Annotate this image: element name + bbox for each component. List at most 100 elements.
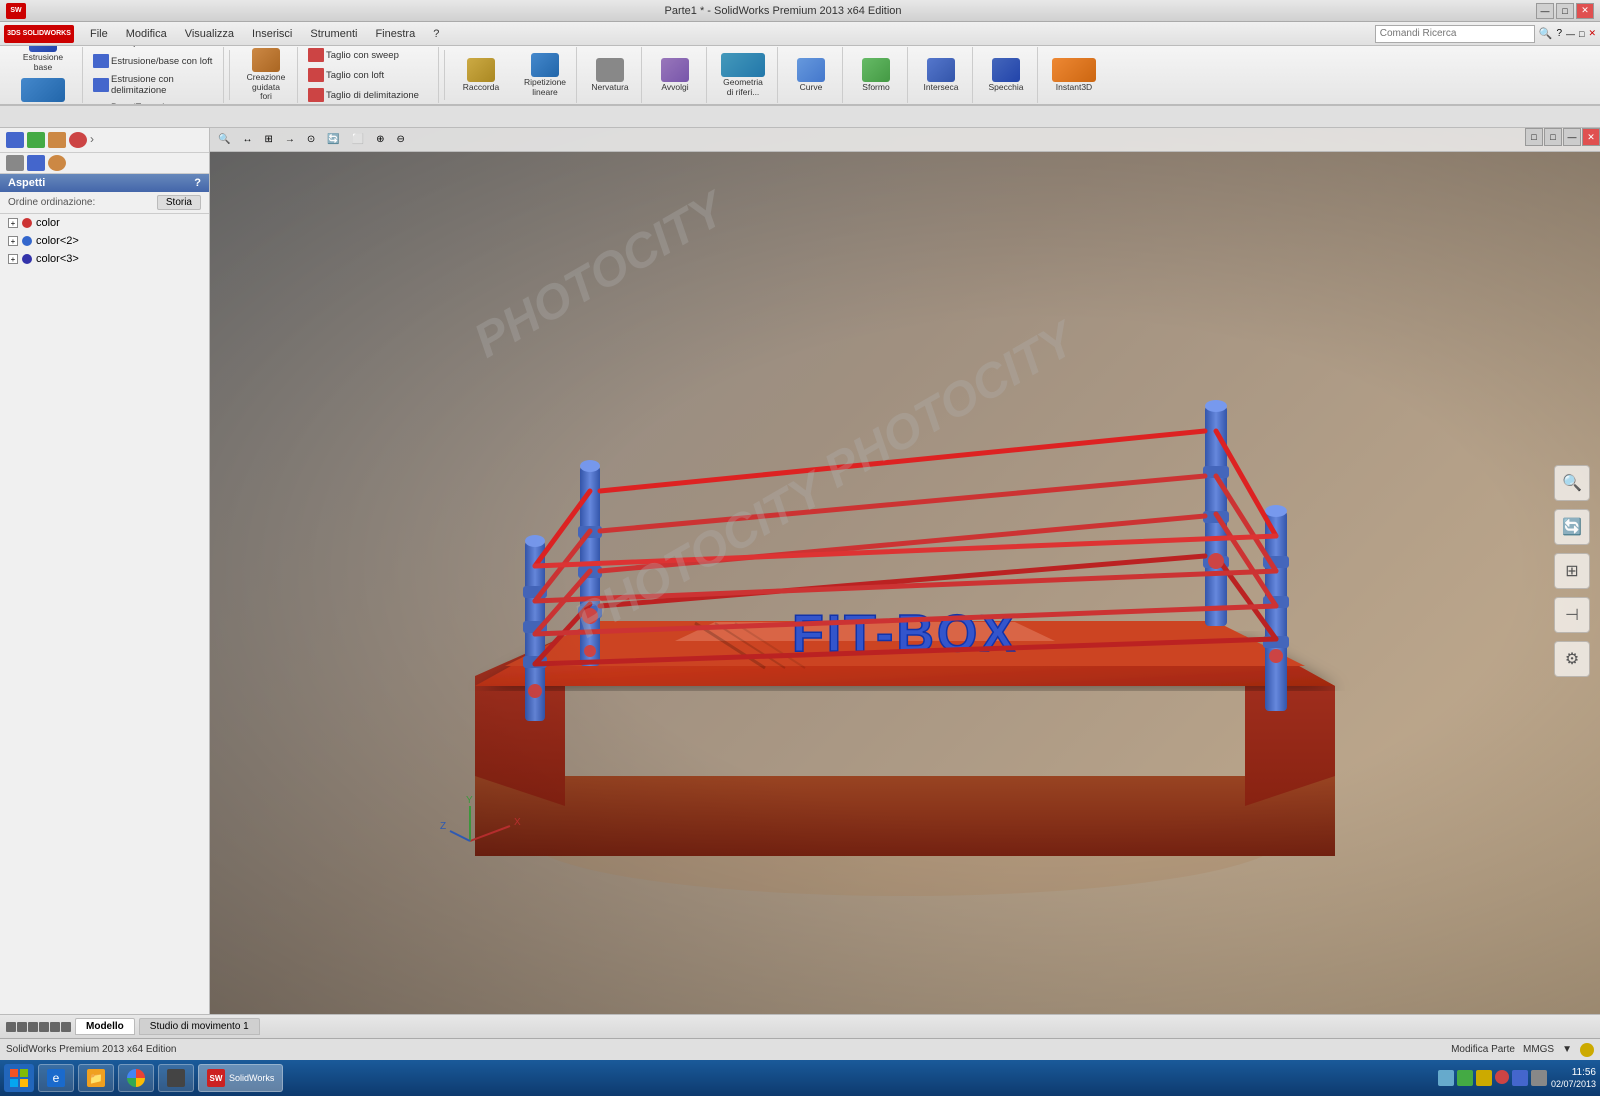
search-input[interactable] (1375, 25, 1535, 43)
toolbar-group-ripetizione: Ripetizionelineare (514, 47, 577, 103)
tab-studio[interactable]: Studio di movimento 1 (139, 1018, 260, 1035)
panel-icon-7[interactable] (48, 155, 66, 171)
page-btn-4[interactable] (39, 1022, 49, 1032)
close-icon[interactable]: ✕ (1588, 28, 1596, 39)
delimit-label: Estrusione con delimitazione (111, 74, 215, 96)
btn-taglio-loft[interactable]: Taglio con loft (304, 66, 434, 84)
page-btn-3[interactable] (28, 1022, 38, 1032)
btn-ripetizione[interactable]: Ripetizionelineare (518, 51, 572, 99)
aspetti-help[interactable]: ? (194, 177, 201, 189)
vp-rotate[interactable]: 🔄 (323, 133, 343, 146)
menu-strumenti[interactable]: Strumenti (302, 26, 365, 42)
btn-specchia[interactable]: Specchia (979, 56, 1033, 94)
menu-visualizza[interactable]: Visualizza (177, 26, 242, 42)
menu-finestra[interactable]: Finestra (367, 26, 423, 42)
maximize-button[interactable]: □ (1556, 3, 1574, 19)
panel-icon-6[interactable] (27, 155, 45, 171)
btn-estrusione-rivoluzione[interactable]: Estrusione/basein rivoluzione (8, 76, 78, 106)
btn-creazione[interactable]: Creazioneguidatafori (239, 46, 293, 103)
panel-icon-5[interactable] (6, 155, 24, 171)
vp-prev[interactable]: ↔ (238, 133, 256, 146)
minimize-button[interactable]: — (1536, 3, 1554, 19)
btn-raccorda[interactable]: Raccorda (454, 56, 508, 94)
taskbar-ie[interactable]: e (38, 1064, 74, 1092)
minimize-icon[interactable]: — (1566, 29, 1575, 39)
date: 02/07/2013 (1551, 1079, 1596, 1091)
btn-geometria[interactable]: Geometriadi riferi... (713, 51, 773, 99)
color-dot-1 (22, 218, 32, 228)
pole-top-bl (580, 460, 600, 472)
page-btn-2[interactable] (17, 1022, 27, 1032)
page-btn-5[interactable] (50, 1022, 60, 1032)
vp-ctrl-back[interactable]: ⊣ (1554, 597, 1590, 633)
vp-plus[interactable]: ⊕ (372, 133, 388, 146)
btn-estrusione-base[interactable]: Estrusionebase (16, 46, 70, 74)
btn-instant3d[interactable]: Instant3D (1044, 56, 1104, 94)
geometria-icon (721, 53, 765, 77)
tab-modello[interactable]: Modello (75, 1018, 135, 1035)
vp-win-min[interactable]: — (1563, 128, 1581, 146)
vp-grid[interactable]: ⊞ (260, 133, 276, 146)
title-bar: SW Parte1 * - SolidWorks Premium 2013 x6… (0, 0, 1600, 22)
storia-button[interactable]: Storia (157, 195, 201, 210)
ripetizione-icon (531, 53, 559, 77)
menu-modifica[interactable]: Modifica (118, 26, 175, 42)
toolbar-group-raccorda: Raccorda (450, 47, 512, 103)
solidworks-logo: 3DS SOLIDWORKS (4, 25, 74, 43)
restore-icon[interactable]: □ (1579, 29, 1584, 39)
menu-help[interactable]: ? (425, 26, 447, 42)
btn-curve[interactable]: Curve (784, 56, 838, 94)
units-dropdown[interactable]: ▼ (1562, 1044, 1572, 1055)
clock-display: 11:56 02/07/2013 (1551, 1066, 1596, 1091)
btn-avvolgi[interactable]: Avvolgi (648, 56, 702, 94)
menu-file[interactable]: File (82, 26, 116, 42)
expand-icon-2[interactable]: + (8, 236, 18, 246)
btn-interseca[interactable]: Interseca (914, 56, 968, 94)
vp-win-close[interactable]: ✕ (1582, 128, 1600, 146)
status-bar: SolidWorks Premium 2013 x64 Edition Modi… (0, 1038, 1600, 1060)
vp-ctrl-rotate[interactable]: 🔄 (1554, 509, 1590, 545)
aspetti-title: Aspetti (8, 177, 45, 189)
ring-container: FIT-BOX (210, 158, 1600, 1014)
taskbar-app4[interactable] (158, 1064, 194, 1092)
panel-icon-1[interactable] (6, 132, 24, 148)
vp-square[interactable]: ⬜ (348, 133, 368, 146)
btn-sweep[interactable]: Estrusione/base con sweep (89, 46, 219, 50)
taskbar-explorer[interactable]: 📁 (78, 1064, 114, 1092)
close-button[interactable]: ✕ (1576, 3, 1594, 19)
status-indicator (1580, 1043, 1594, 1057)
page-btn-1[interactable] (6, 1022, 16, 1032)
btn-delimit[interactable]: Estrusione con delimitazione (89, 72, 219, 98)
vp-ctrl-windows[interactable]: ⊞ (1554, 553, 1590, 589)
vp-ctrl-settings[interactable]: ⚙ (1554, 641, 1590, 677)
expand-icon-3[interactable]: + (8, 254, 18, 264)
btn-taglio-delimit[interactable]: Taglio di delimitazione (304, 86, 434, 104)
taskbar-solidworks[interactable]: SW SolidWorks (198, 1064, 283, 1092)
vp-zoom[interactable]: 🔍 (214, 133, 234, 146)
vp-win-restore[interactable]: □ (1525, 128, 1543, 146)
btn-nervatura[interactable]: Nervatura (583, 56, 637, 94)
page-btn-6[interactable] (61, 1022, 71, 1032)
panel-icon-4[interactable] (69, 132, 87, 148)
vp-minus[interactable]: ⊖ (393, 133, 409, 146)
expand-icon[interactable]: + (8, 218, 18, 228)
vp-nav[interactable]: → (281, 133, 299, 146)
btn-sformo[interactable]: Sformo (849, 56, 903, 94)
panel-icon-3[interactable] (48, 132, 66, 148)
vp-win-max[interactable]: □ (1544, 128, 1562, 146)
panel-icon-2[interactable] (27, 132, 45, 148)
modifica-parte: Modifica Parte (1451, 1044, 1515, 1055)
menu-inserisci[interactable]: Inserisci (244, 26, 300, 42)
tree-item-color1[interactable]: + color (0, 214, 209, 232)
vp-circle[interactable]: ⊙ (303, 133, 319, 146)
tree-item-color3[interactable]: + color<3> (0, 250, 209, 268)
btn-taglio-sweep[interactable]: Taglio con sweep (304, 46, 434, 64)
specchia-label: Specchia (989, 83, 1024, 92)
start-button[interactable] (4, 1064, 34, 1092)
taskbar-chrome[interactable] (118, 1064, 154, 1092)
btn-loft[interactable]: Estrusione/base con loft (89, 52, 219, 70)
panel-chevron[interactable]: › (90, 132, 108, 148)
vp-ctrl-zoom[interactable]: 🔍 (1554, 465, 1590, 501)
tree-item-color2[interactable]: + color<2> (0, 232, 209, 250)
sys-icon-2 (1457, 1070, 1473, 1086)
